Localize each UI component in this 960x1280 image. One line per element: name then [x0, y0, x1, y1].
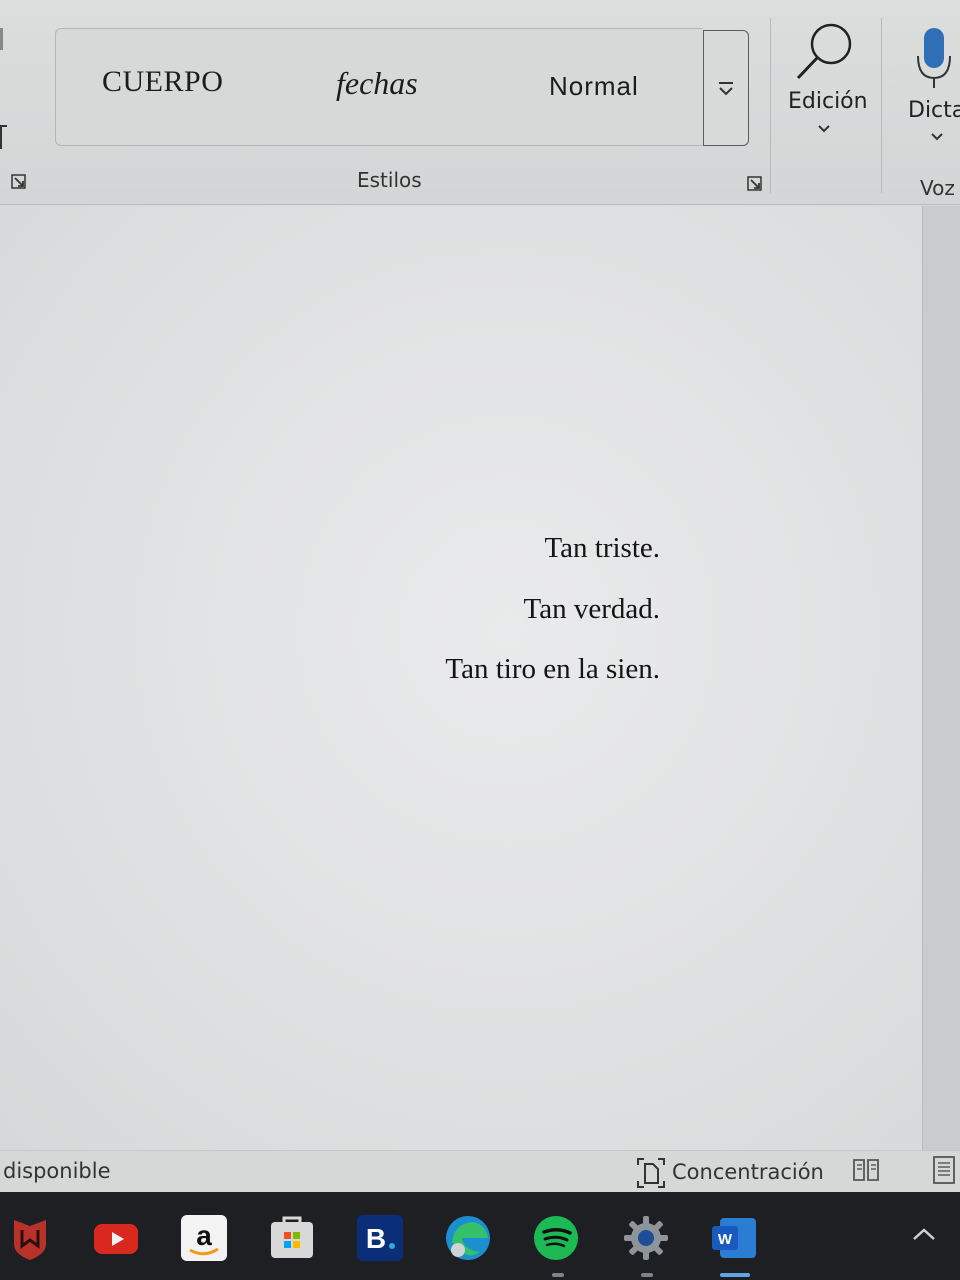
word-icon[interactable]: W — [710, 1214, 758, 1262]
styles-gallery: CUERPO fechas Normal — [55, 28, 703, 146]
styles-gallery-more-button[interactable] — [703, 30, 749, 146]
settings-icon[interactable] — [622, 1214, 670, 1262]
document-page[interactable]: Tan triste. Tan verdad. Tan tiro en la s… — [0, 206, 922, 1150]
style-normal[interactable]: Normal — [549, 71, 639, 102]
svg-text:B: B — [366, 1223, 386, 1254]
svg-text:W: W — [718, 1231, 733, 1248]
style-cuerpo[interactable]: CUERPO — [102, 65, 223, 99]
ribbon-cropped-icon — [0, 125, 7, 149]
booking-icon[interactable]: B — [356, 1214, 404, 1262]
ribbon-separator — [770, 18, 771, 193]
status-text: disponible — [3, 1159, 111, 1183]
document-line[interactable]: Tan triste. — [544, 532, 660, 565]
editing-label: Edición — [788, 89, 868, 114]
focus-label: Concentración — [672, 1160, 824, 1184]
chevron-down-icon — [818, 125, 830, 133]
search-icon — [796, 23, 852, 80]
style-fechas[interactable]: fechas — [336, 65, 418, 102]
amazon-icon[interactable]: a — [180, 1214, 228, 1262]
dictate-label: Dicta — [908, 98, 960, 123]
styles-dialog-launcher-icon[interactable] — [747, 176, 763, 192]
taskbar-running-indicator — [552, 1273, 564, 1277]
taskbar: a B W — [0, 1192, 960, 1280]
voice-group-label: Voz — [920, 176, 955, 200]
svg-text:a: a — [196, 1220, 212, 1251]
ribbon: CUERPO fechas Normal Estilos Edición Dic… — [0, 0, 960, 205]
ribbon-overflow-mark — [0, 28, 6, 50]
print-layout-icon[interactable] — [932, 1155, 956, 1185]
mcafee-icon[interactable] — [6, 1214, 54, 1262]
styles-group-label: Estilos — [357, 168, 422, 192]
dictate-button[interactable]: Dicta — [900, 22, 960, 152]
vertical-scrollbar[interactable] — [922, 206, 960, 1150]
read-mode-icon[interactable] — [852, 1157, 880, 1183]
youtube-icon[interactable] — [92, 1214, 140, 1262]
chevron-down-icon — [931, 133, 943, 141]
focus-button[interactable]: Concentración — [636, 1157, 824, 1189]
microphone-icon — [917, 28, 951, 88]
dialog-launcher-icon[interactable] — [11, 174, 27, 190]
document-line[interactable]: Tan tiro en la sien. — [445, 653, 660, 686]
status-bar: disponible Concentración — [0, 1150, 960, 1192]
document-line[interactable]: Tan verdad. — [524, 593, 660, 626]
spotify-icon[interactable] — [532, 1214, 580, 1262]
ribbon-separator — [881, 18, 882, 193]
focus-icon — [637, 1158, 665, 1188]
edge-icon[interactable] — [444, 1214, 492, 1262]
microsoft-store-icon[interactable] — [268, 1214, 316, 1262]
gallery-more-icon — [719, 82, 733, 96]
tray-chevron-icon[interactable] — [911, 1226, 937, 1242]
taskbar-running-indicator — [641, 1273, 653, 1277]
taskbar-active-indicator — [720, 1273, 750, 1277]
editing-button[interactable]: Edición — [785, 20, 869, 150]
